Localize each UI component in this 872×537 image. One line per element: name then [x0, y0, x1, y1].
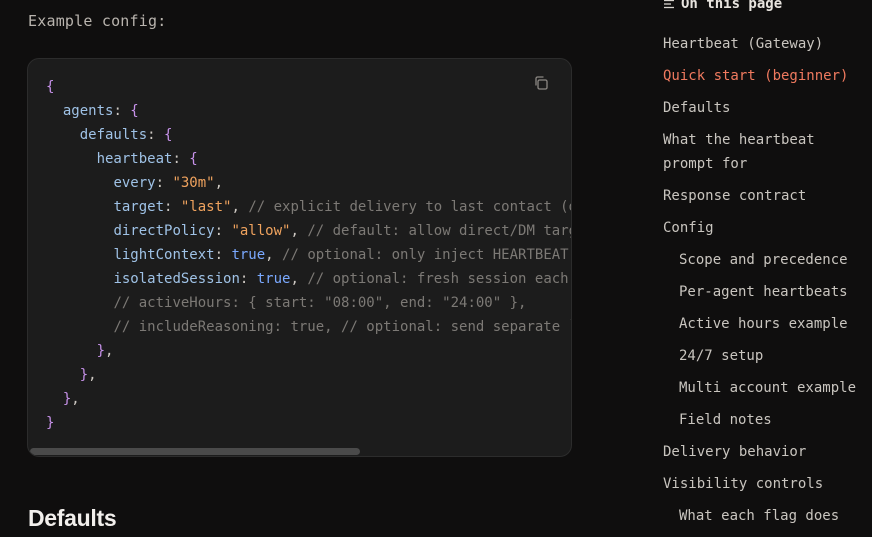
horizontal-scrollbar[interactable]: [28, 447, 571, 456]
code-token: true: [256, 271, 291, 287]
code-line: heartbeat: {: [46, 147, 571, 171]
code-line: },: [46, 387, 571, 411]
code-token: ,: [290, 223, 308, 239]
code-token: :: [113, 103, 131, 119]
code-token: ,: [290, 271, 308, 287]
code-token: // optional: only inject HEARTBEAT.: [282, 247, 572, 263]
code-token: agents: [62, 103, 114, 119]
code-token: }: [79, 367, 89, 383]
toc-item[interactable]: What the heartbeat prompt for: [663, 128, 872, 176]
code-token: :: [147, 127, 165, 143]
code-token: target: [113, 199, 165, 215]
code-token: defaults: [79, 127, 148, 143]
toc-item[interactable]: Scope and precedence: [663, 248, 872, 272]
section-heading: Defaults: [28, 505, 117, 531]
code-line: }: [46, 411, 571, 435]
code-token: {: [46, 79, 55, 95]
toc-item[interactable]: Active hours example: [663, 312, 872, 336]
code-token: // includeReasoning: true, // optional: …: [113, 319, 572, 335]
code-line: },: [46, 339, 571, 363]
toc-item[interactable]: Field notes: [663, 408, 872, 432]
code-line: every: "30m",: [46, 171, 571, 195]
toc-list: Heartbeat (Gateway) Quick start (beginner…: [663, 32, 872, 536]
code-line: // activeHours: { start: "08:00", end: "…: [46, 291, 571, 315]
code-token: :: [172, 151, 190, 167]
code-token: :: [214, 247, 232, 263]
toc-item[interactable]: Heartbeat (Gateway): [663, 32, 872, 56]
code-line: defaults: {: [46, 123, 571, 147]
toc-item[interactable]: What each flag does: [663, 504, 872, 528]
toc-item[interactable]: Quick start (beginner): [663, 64, 872, 88]
code-token: {: [164, 127, 173, 143]
code-token: heartbeat: [96, 151, 173, 167]
code-line: target: "last", // explicit delivery to …: [46, 195, 572, 219]
code-line: agents: {: [46, 99, 571, 123]
code-line: {: [46, 75, 571, 99]
code-token: // explicit delivery to last contact (d: [248, 199, 572, 215]
code-token: }: [96, 343, 106, 359]
code-token: // optional: fresh session each: [307, 271, 569, 287]
code-token: "30m": [172, 175, 215, 191]
code-token: {: [130, 103, 139, 119]
code-token: ,: [71, 391, 80, 407]
code-token: :: [155, 175, 173, 191]
toc-title-label: On this page: [681, 0, 783, 12]
toc-item[interactable]: 24/7 setup: [663, 344, 872, 368]
code-token: "last": [180, 199, 232, 215]
code-token: :: [239, 271, 257, 287]
code-content: { agents: { defaults: { heartbeat: { eve…: [46, 75, 572, 435]
code-token: ,: [88, 367, 97, 383]
intro-text: Example config:: [28, 12, 167, 30]
code-token: // default: allow direct/DM targ: [307, 223, 572, 239]
toc-item[interactable]: Delivery behavior: [663, 440, 872, 464]
code-token: isolatedSession: [113, 271, 240, 287]
code-line: // includeReasoning: true, // optional: …: [46, 315, 572, 339]
code-token: true: [231, 247, 266, 263]
code-line: isolatedSession: true, // optional: fres…: [46, 267, 571, 291]
toc-item[interactable]: Response contract: [663, 184, 872, 208]
code-token: ,: [231, 199, 249, 215]
list-icon: [664, 0, 674, 9]
code-block: { agents: { defaults: { heartbeat: { eve…: [27, 58, 572, 457]
toc-item[interactable]: Defaults: [663, 96, 872, 120]
code-token: :: [164, 199, 181, 215]
toc-title: On this page: [663, 0, 782, 12]
code-line: },: [46, 363, 571, 387]
code-token: {: [189, 151, 198, 167]
code-token: }: [46, 415, 55, 431]
code-token: // activeHours: { start: "08:00", end: "…: [113, 295, 527, 311]
scrollbar-thumb[interactable]: [30, 448, 360, 455]
code-token: ,: [214, 175, 224, 191]
toc-item[interactable]: Per-agent heartbeats: [663, 280, 872, 304]
code-token: :: [214, 223, 232, 239]
toc-item[interactable]: Config: [663, 216, 872, 240]
code-token: ,: [105, 343, 114, 359]
toc-item[interactable]: Visibility controls: [663, 472, 872, 496]
code-token: lightContext: [113, 247, 215, 263]
toc-item[interactable]: Multi account example: [663, 376, 872, 400]
code-token: ,: [265, 247, 283, 263]
code-token: every: [113, 175, 156, 191]
code-token: directPolicy: [113, 223, 215, 239]
code-line: directPolicy: "allow", // default: allow…: [46, 219, 572, 243]
code-line: lightContext: true, // optional: only in…: [46, 243, 572, 267]
code-token: "allow": [231, 223, 291, 239]
